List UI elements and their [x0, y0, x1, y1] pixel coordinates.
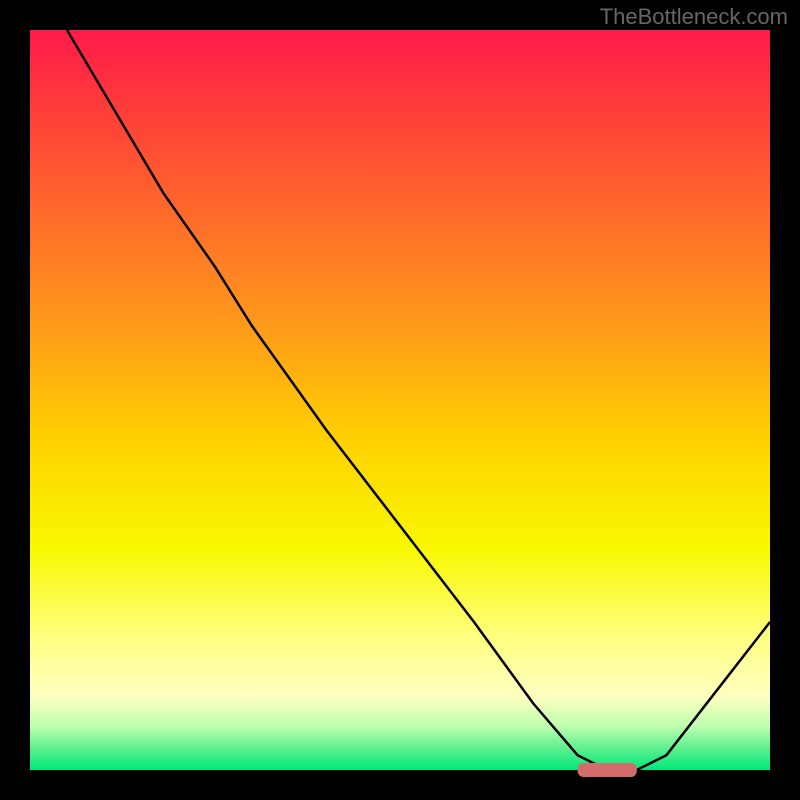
chart-container: TheBottleneck.com: [0, 0, 800, 800]
optimal-marker: [578, 763, 637, 777]
watermark-text: TheBottleneck.com: [600, 4, 788, 30]
bottleneck-chart: [0, 0, 800, 800]
plot-background: [30, 30, 770, 770]
